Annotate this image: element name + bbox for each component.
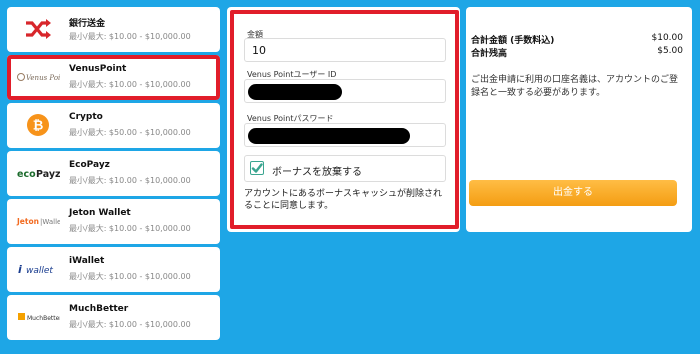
svg-text:Payz: Payz [36,169,60,180]
jeton-logo: Jeton |Wallet [15,209,61,233]
method-name: MuchBetter [69,304,129,314]
venuspoint-logo: Venus Point [15,65,61,89]
balance-label: 合計残高 [471,49,508,59]
svg-text:wallet: wallet [26,266,53,276]
method-limit: 最小/最大: $10.00 - $10,000.00 [69,80,191,89]
checkmark-icon [251,163,263,173]
method-name: VenusPoint [69,64,127,74]
svg-text:Venus Point: Venus Point [26,74,60,82]
bitcoin-icon: ₿ [15,113,61,137]
muchbetter-logo: MuchBetter [15,305,61,329]
amount-value: 10 [252,44,266,57]
balance-value: $5.00 [657,46,683,56]
user-id-input[interactable] [244,79,446,103]
bonus-consent-note: アカウントにあるボーナスキャッシュが削除されることに同意します。 [244,189,443,211]
account-name-info: ご出金申請に利用の口座名義は、アカウントのご登録名と一致する必要があります。 [471,75,679,98]
iwallet-logo: i wallet [15,257,61,281]
forfeit-bonus-checkbox-row[interactable]: ボーナスを放棄する [244,155,446,182]
amount-input[interactable]: 10 [244,38,446,62]
total-value: $10.00 [651,33,684,43]
redacted-value [248,84,342,100]
svg-text:MuchBetter: MuchBetter [27,315,60,322]
ecopayz-logo: eco Payz [15,161,61,185]
method-name: EcoPayz [69,160,110,170]
checkbox[interactable] [250,161,264,175]
svg-text:eco: eco [17,169,36,180]
svg-text:i: i [18,263,22,276]
forfeit-bonus-label: ボーナスを放棄する [272,167,362,178]
summary-panel: 合計金額 (手数料込) $10.00 合計残高 $5.00 ご出金申請に利用の口… [466,7,692,232]
method-muchbetter[interactable]: MuchBetter MuchBetter 最小/最大: $10.00 - $1… [7,295,220,340]
method-crypto[interactable]: ₿ Crypto 最小/最大: $50.00 - $10,000.00 [7,103,220,148]
method-limit: 最小/最大: $10.00 - $10,000.00 [69,320,191,329]
method-limit: 最小/最大: $10.00 - $10,000.00 [69,32,191,41]
method-limit: 最小/最大: $50.00 - $10,000.00 [69,128,191,137]
method-name: Jeton Wallet [69,208,131,218]
method-limit: 最小/最大: $10.00 - $10,000.00 [69,176,191,185]
method-iwallet[interactable]: i wallet iWallet 最小/最大: $10.00 - $10,000… [7,247,220,292]
method-name: iWallet [69,256,105,266]
method-jeton-wallet[interactable]: Jeton |Wallet Jeton Wallet 最小/最大: $10.00… [7,199,220,244]
svg-text:|Wallet: |Wallet [40,218,60,226]
withdraw-form-panel: 金額 10 Venus Pointユーザー ID Venus Pointパスワー… [227,7,460,232]
method-limit: 最小/最大: $10.00 - $10,000.00 [69,224,191,233]
method-name: Crypto [69,112,103,122]
withdraw-button[interactable]: 出金する [469,180,677,206]
password-input[interactable] [244,123,446,147]
svg-text:Jeton: Jeton [16,217,39,226]
redacted-value [248,128,410,144]
shuffle-icon [15,17,61,41]
svg-text:₿: ₿ [33,119,44,134]
method-venuspoint[interactable]: Venus Point VenusPoint 最小/最大: $10.00 - $… [7,55,220,100]
total-label: 合計金額 (手数料込) [471,36,555,46]
method-limit: 最小/最大: $10.00 - $10,000.00 [69,272,191,281]
method-bank-transfer[interactable]: 銀行送金 最小/最大: $10.00 - $10,000.00 [7,7,220,52]
method-ecopayz[interactable]: eco Payz EcoPayz 最小/最大: $10.00 - $10,000… [7,151,220,196]
method-name: 銀行送金 [69,19,106,29]
